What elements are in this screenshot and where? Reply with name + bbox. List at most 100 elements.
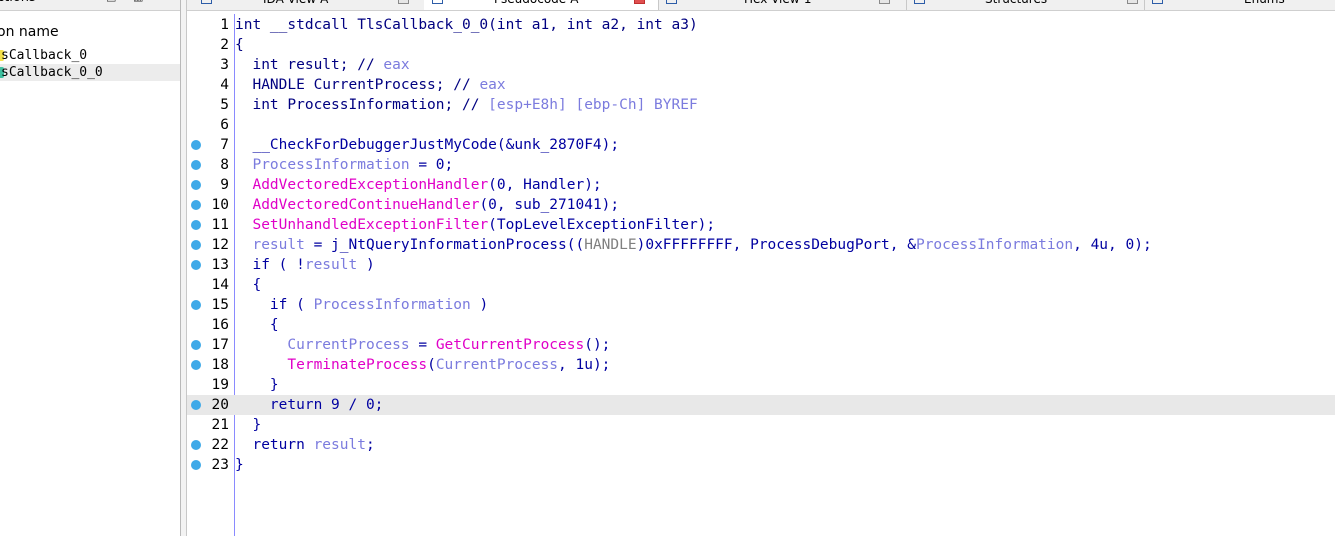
code-token: GetCurrentProcess: [435, 337, 585, 353]
code-line[interactable]: 9 AddVectoredExceptionHandler(0, Handler…: [187, 175, 1335, 195]
code-line[interactable]: 21 }: [187, 415, 1335, 435]
code-line[interactable]: 5 int ProcessInformation; // [esp+E8h] […: [187, 95, 1335, 115]
float-icon[interactable]: ▦: [133, 0, 143, 2]
code-line[interactable]: 14 {: [187, 275, 1335, 295]
code-line[interactable]: 22 return result;: [187, 435, 1335, 455]
line-number: 3: [220, 57, 229, 73]
line-number: 8: [220, 157, 229, 173]
code-line[interactable]: 1 int __stdcall TlsCallback_0_0(int a1, i…: [187, 15, 1335, 35]
code-token: ProcessInformation: [252, 157, 410, 173]
code-line[interactable]: 2{: [187, 35, 1335, 55]
code-token: ): [470, 297, 489, 313]
code-text: {: [235, 35, 244, 55]
tab-structures[interactable]: Structures: [906, 0, 1145, 10]
code-text: SetUnhandledExceptionFilter(TopLevelExce…: [235, 215, 715, 235]
line-number: 17: [211, 337, 229, 353]
code-line[interactable]: 15 if ( ProcessInformation ): [187, 295, 1335, 315]
code-token: {: [235, 37, 244, 53]
tab-label: Enums: [1244, 0, 1285, 6]
code-line[interactable]: 10 AddVectoredContinueHandler(0, sub_271…: [187, 195, 1335, 215]
code-line[interactable]: 16 {: [187, 315, 1335, 335]
line-number: 4: [220, 77, 229, 93]
tab-label: Structures: [985, 0, 1047, 6]
breakpoint-dot-icon[interactable]: [191, 440, 201, 450]
code-line[interactable]: 7 __CheckForDebuggerJustMyCode(&unk_2870…: [187, 135, 1335, 155]
code-text: return 9 / 0;: [235, 395, 384, 415]
code-token: AddVectoredContinueHandler: [252, 197, 480, 213]
code-line[interactable]: 19 }: [187, 375, 1335, 395]
code-token: ProcessInformation: [313, 297, 471, 313]
restore-icon[interactable]: □: [106, 0, 116, 2]
code-line[interactable]: 12 result = j_NtQueryInformationProcess(…: [187, 235, 1335, 255]
tab-close-icon[interactable]: [634, 0, 645, 4]
tab-close-icon[interactable]: [1127, 0, 1138, 4]
tab-pseudocode-a[interactable]: Pseudocode-A: [424, 0, 659, 10]
tab-bar: IDA View-A Pseudocode-A Hex View-1 Structur…: [187, 0, 1335, 11]
function-list-item[interactable]: sCallback_0_0: [0, 64, 180, 81]
code-line[interactable]: 6: [187, 115, 1335, 135]
breakpoint-dot-icon[interactable]: [191, 200, 201, 210]
code-token: (: [427, 357, 436, 373]
code-line[interactable]: 8 ProcessInformation = 0;: [187, 155, 1335, 175]
function-name-column-header[interactable]: on name: [0, 24, 59, 40]
tab-view-icon: [1152, 0, 1163, 4]
breakpoint-dot-icon[interactable]: [191, 340, 201, 350]
breakpoint-dot-icon[interactable]: [191, 180, 201, 190]
line-number: 16: [211, 317, 229, 333]
breakpoint-dot-icon[interactable]: [191, 160, 201, 170]
line-number: 20: [211, 397, 229, 413]
pseudocode-view[interactable]: 1 int __stdcall TlsCallback_0_0(int a1, i…: [187, 14, 1335, 536]
code-line[interactable]: 18 TerminateProcess(CurrentProcess, 1u);: [187, 355, 1335, 375]
breakpoint-dot-icon[interactable]: [191, 260, 201, 270]
functions-panel-title: ctions: [0, 0, 36, 5]
tab-close-icon[interactable]: [879, 0, 890, 4]
breakpoint-dot-icon[interactable]: [191, 140, 201, 150]
tab-close-icon[interactable]: [398, 0, 409, 4]
code-text: }: [235, 415, 261, 435]
code-token: [esp+E8h] [ebp-Ch] BYREF: [488, 97, 698, 113]
breakpoint-dot-icon[interactable]: [191, 300, 201, 310]
code-token: eax: [383, 57, 410, 73]
code-token: }: [235, 417, 262, 433]
breakpoint-dot-icon[interactable]: [191, 360, 201, 370]
line-number: 23: [211, 457, 229, 473]
breakpoint-dot-icon[interactable]: [191, 220, 201, 230]
tab-view-icon: [201, 0, 212, 4]
code-token: (0, Handler);: [488, 177, 602, 193]
breakpoint-dot-icon[interactable]: [191, 240, 201, 250]
code-line[interactable]: 3 int result; // eax: [187, 55, 1335, 75]
code-token: HANDLE CurrentProcess; //: [235, 77, 480, 93]
tab-label: Hex View-1: [744, 0, 812, 6]
code-text: __CheckForDebuggerJustMyCode(&unk_2870F4…: [235, 135, 619, 155]
code-token: int ProcessInformation; //: [235, 97, 489, 113]
line-number: 1: [220, 17, 229, 33]
code-token: }: [235, 457, 244, 473]
tab-ida-view-a[interactable]: IDA View-A: [187, 0, 425, 10]
code-line[interactable]: 17 CurrentProcess = GetCurrentProcess();: [187, 335, 1335, 355]
function-list-item[interactable]: sCallback_0: [0, 47, 180, 64]
code-line[interactable]: 11 SetUnhandledExceptionFilter(TopLevelE…: [187, 215, 1335, 235]
code-line[interactable]: 4 HANDLE CurrentProcess; // eax: [187, 75, 1335, 95]
line-number: 18: [211, 357, 229, 373]
code-token: int __stdcall TlsCallback_0_0(int a1, in…: [235, 17, 698, 33]
tab-hex-view-1[interactable]: Hex View-1: [658, 0, 907, 10]
line-number: 9: [220, 177, 229, 193]
code-line[interactable]: 13 if ( !result ): [187, 255, 1335, 275]
close-icon[interactable]: ✕: [159, 0, 168, 2]
code-token: AddVectoredExceptionHandler: [252, 177, 489, 193]
code-line[interactable]: 20 return 9 / 0;: [187, 395, 1335, 415]
tab-view-icon: [914, 0, 925, 4]
functions-panel-header: ctions □ ▦ ✕: [0, 0, 180, 11]
code-token: result: [252, 237, 305, 253]
tab-label: Pseudocode-A: [494, 0, 578, 6]
code-token: return: [235, 437, 314, 453]
code-line[interactable]: 23}: [187, 455, 1335, 475]
breakpoint-dot-icon[interactable]: [191, 400, 201, 410]
line-number: 2: [220, 37, 229, 53]
breakpoint-dot-icon[interactable]: [191, 460, 201, 470]
line-number: 11: [211, 217, 229, 233]
tab-enums[interactable]: Enums: [1144, 0, 1335, 10]
